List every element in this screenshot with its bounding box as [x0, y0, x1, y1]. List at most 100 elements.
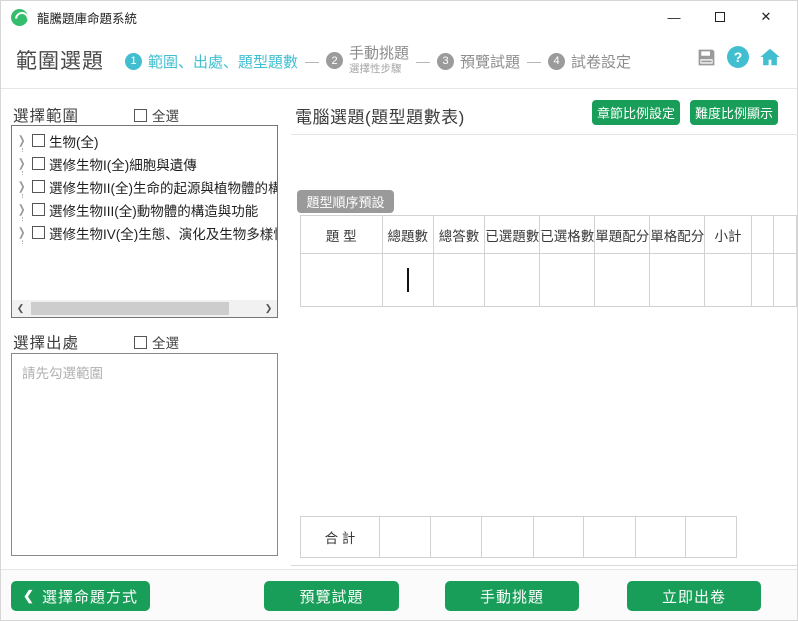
divider — [291, 565, 798, 566]
manual-pick-button[interactable]: 手動挑題 — [445, 581, 579, 611]
step-3-badge: 3 — [437, 52, 455, 70]
main-panel-title: 電腦選題(題型題數表) — [295, 108, 465, 127]
range-select-all[interactable]: 全選 — [134, 105, 179, 125]
range-select-all-checkbox[interactable] — [134, 108, 148, 122]
app-window: 龍騰題庫命題系統 — ✕ 範圍選題 1 範圍、出處、題型題數 — 2 手動挑題 … — [0, 0, 798, 621]
generate-paper-button[interactable]: 立即出卷 — [627, 581, 761, 611]
col-subtotal: 小計 — [704, 215, 752, 254]
tree-item-biology-all[interactable]: ❯ 生物(全) — [12, 129, 277, 152]
expand-chevron-icon[interactable]: ❯ — [18, 202, 30, 216]
step-4-paper-settings: 4 試卷設定 — [548, 51, 631, 72]
source-section-title: 選擇出處 — [13, 335, 80, 352]
wizard-steps: 1 範圍、出處、題型題數 — 2 手動挑題 選擇性步驟 — 3 預覽試題 — 4… — [125, 41, 631, 81]
home-icon[interactable] — [759, 46, 781, 68]
col-extra-2 — [773, 215, 797, 254]
step-3-label: 預覽試題 — [460, 53, 521, 71]
tree-item-elective-bio-3[interactable]: ❯ 選修生物III(全)動物體的構造與功能 — [12, 198, 277, 221]
col-total-questions: 總題數 — [381, 215, 434, 254]
tree-item-checkbox[interactable] — [32, 203, 45, 216]
total-questions-value — [379, 516, 431, 558]
source-list-box: 請先勾選範圍 — [11, 353, 278, 556]
preview-questions-button[interactable]: 預覽試題 — [264, 581, 399, 611]
divider — [291, 134, 798, 135]
col-selected-questions: 已選題數 — [484, 215, 541, 254]
maximize-button[interactable] — [697, 1, 743, 33]
horizontal-scrollbar[interactable]: ❮ ❯ — [12, 300, 277, 317]
scrollbar-thumb[interactable] — [31, 302, 229, 315]
col-points-per-question: 單題配分 — [594, 215, 651, 254]
cell-total-questions[interactable] — [381, 253, 434, 307]
col-total-answers: 總答數 — [432, 215, 486, 254]
step-1-range: 1 範圍、出處、題型題數 — [125, 51, 298, 72]
step-2-manual-pick: 2 手動挑題 選擇性步驟 — [326, 46, 409, 75]
cell-total-answers[interactable] — [432, 253, 486, 307]
total-points-per-blank-value — [635, 516, 686, 558]
range-select-all-label: 全選 — [152, 109, 180, 124]
minimize-button[interactable]: — — [651, 1, 697, 33]
title-bar: 龍騰題庫命題系統 — ✕ — [1, 1, 797, 33]
total-answers-value — [430, 516, 482, 558]
expand-chevron-icon[interactable]: ❯ — [18, 225, 30, 239]
cell-subtotal[interactable] — [704, 253, 752, 307]
step-1-label: 範圍、出處、題型題數 — [148, 53, 299, 71]
source-select-all[interactable]: 全選 — [134, 332, 179, 352]
step-dash: — — [305, 53, 320, 69]
save-icon[interactable] — [695, 46, 717, 68]
window-title: 龍騰題庫命題系統 — [37, 11, 138, 26]
total-row-table: 合 計 — [300, 516, 737, 558]
maximize-icon — [715, 12, 725, 22]
step-dash: — — [416, 53, 431, 69]
tree-item-checkbox[interactable] — [32, 226, 45, 239]
tree-item-elective-bio-1[interactable]: ❯ 選修生物I(全)細胞與遺傳 — [12, 152, 277, 175]
question-type-table: 題 型 總題數 總答數 已選題數 已選格數 單題配分 單格配分 小計 — [300, 215, 797, 307]
total-points-per-question-value — [583, 516, 636, 558]
col-question-type: 題 型 — [300, 215, 383, 254]
source-placeholder: 請先勾選範圍 — [22, 366, 103, 381]
close-button[interactable]: ✕ — [743, 1, 789, 33]
col-extra-1 — [750, 215, 775, 254]
tree-item-checkbox[interactable] — [32, 134, 45, 147]
choose-question-mode-button[interactable]: ❮ 選擇命題方式 — [11, 581, 150, 611]
cell-points-per-blank[interactable] — [649, 253, 706, 307]
total-selected-blanks-value — [533, 516, 584, 558]
table-empty-row — [300, 253, 797, 307]
step-2-badge: 2 — [326, 52, 344, 70]
cell-points-per-question[interactable] — [594, 253, 651, 307]
footer-bar: ❮ 選擇命題方式 預覽試題 手動挑題 立即出卷 — [1, 569, 797, 620]
step-dash: — — [527, 53, 542, 69]
tree-item-elective-bio-4[interactable]: ❯ 選修生物IV(全)生態、演化及生物多樣性 — [12, 221, 277, 244]
step-4-badge: 4 — [548, 52, 566, 70]
range-section-title: 選擇範圍 — [13, 108, 80, 125]
step-4-label: 試卷設定 — [571, 53, 632, 71]
total-row: 合 計 — [300, 516, 737, 558]
chevron-left-icon: ❮ — [23, 588, 35, 603]
total-selected-questions-value — [481, 516, 534, 558]
expand-chevron-icon[interactable]: ❯ — [18, 179, 30, 193]
cell-extra-2[interactable] — [773, 253, 797, 307]
expand-chevron-icon[interactable]: ❯ — [18, 133, 30, 147]
tree-item-checkbox[interactable] — [32, 180, 45, 193]
range-tree: ❯ 生物(全) ❯ 選修生物I(全)細胞與遺傳 ❯ 選修生物II(全)生命的起源… — [11, 125, 278, 318]
tree-item-checkbox[interactable] — [32, 157, 45, 170]
difficulty-ratio-button[interactable]: 難度比例顯示 — [690, 100, 778, 125]
scroll-right-icon[interactable]: ❯ — [260, 300, 277, 317]
step-1-badge: 1 — [125, 52, 142, 70]
source-select-all-checkbox[interactable] — [134, 335, 148, 349]
type-order-preset-button[interactable]: 題型順序預設 — [297, 190, 394, 213]
cell-selected-questions[interactable] — [484, 253, 541, 307]
page-header: 範圍選題 1 範圍、出處、題型題數 — 2 手動挑題 選擇性步驟 — 3 預覽試… — [1, 33, 797, 89]
help-icon[interactable]: ? — [727, 46, 749, 68]
cell-question-type[interactable] — [300, 253, 383, 307]
scroll-left-icon[interactable]: ❮ — [12, 300, 29, 317]
source-select-all-label: 全選 — [152, 336, 180, 351]
page-title: 範圍選題 — [16, 50, 104, 73]
expand-chevron-icon[interactable]: ❯ — [18, 156, 30, 170]
step-2-label: 手動挑題 — [349, 45, 410, 63]
cell-extra-1[interactable] — [750, 253, 775, 307]
chapter-ratio-button[interactable]: 章節比例設定 — [592, 100, 680, 125]
col-points-per-blank: 單格配分 — [649, 215, 706, 254]
total-label: 合 計 — [300, 516, 380, 558]
table-header-row: 題 型 總題數 總答數 已選題數 已選格數 單題配分 單格配分 小計 — [300, 215, 797, 254]
tree-item-elective-bio-2[interactable]: ❯ 選修生物II(全)生命的起源與植物體的構造 — [12, 175, 277, 198]
cell-selected-blanks[interactable] — [539, 253, 596, 307]
